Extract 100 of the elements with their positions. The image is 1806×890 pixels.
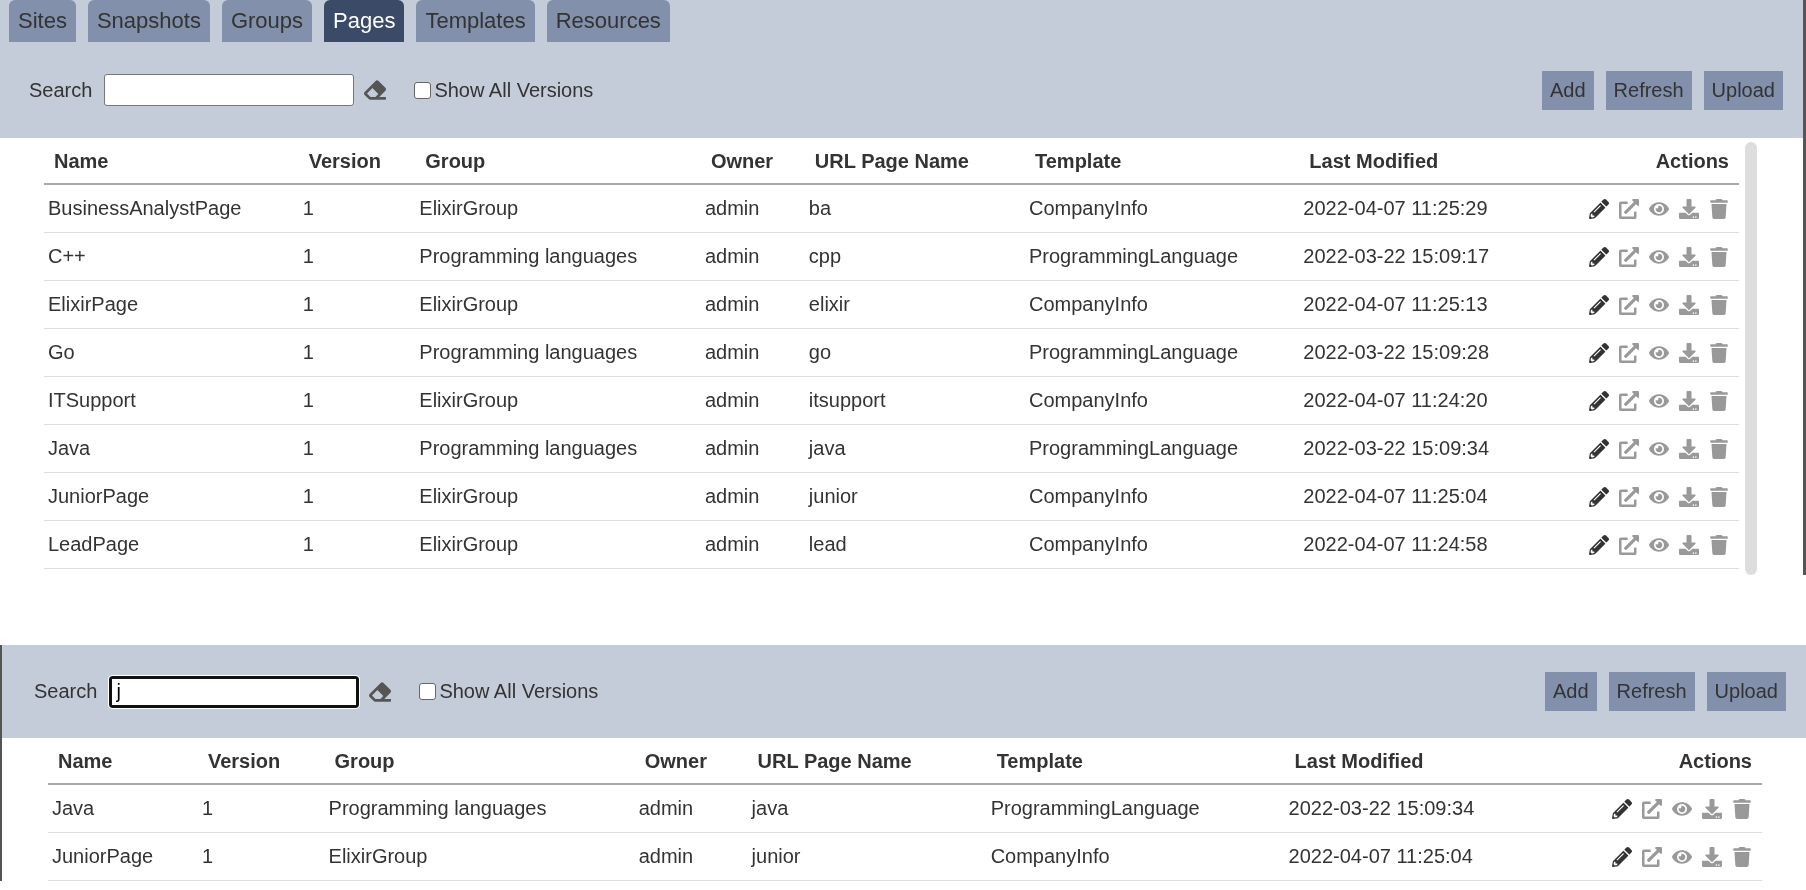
checkbox[interactable]: [414, 81, 432, 99]
download-icon[interactable]: [1679, 342, 1699, 363]
table-cell: 1: [298, 424, 416, 473]
table-cell: ProgrammingLanguage: [986, 784, 1285, 833]
pencil-icon[interactable]: [1589, 342, 1609, 363]
external-link-icon[interactable]: [1619, 390, 1639, 411]
trash-icon[interactable]: [1709, 534, 1729, 555]
table-cell: 2022-03-22 15:09:34: [1284, 784, 1551, 833]
toolbar-button[interactable]: Refresh: [1608, 672, 1695, 711]
pencil-icon[interactable]: [1612, 846, 1632, 867]
table-cell: ba: [804, 184, 1025, 233]
toolbar-button[interactable]: Upload: [1706, 672, 1786, 711]
table-cell: ElixirGroup: [415, 472, 701, 521]
download-icon[interactable]: [1679, 486, 1699, 507]
column-header: Name: [48, 742, 198, 784]
tab[interactable]: Snapshots: [87, 0, 210, 42]
table-cell: CompanyInfo: [1025, 520, 1300, 569]
table-cell: junior: [804, 472, 1025, 521]
search-field[interactable]: j: [109, 675, 360, 708]
pencil-icon[interactable]: [1589, 390, 1609, 411]
trash-icon[interactable]: [1732, 798, 1752, 819]
table-cell: CompanyInfo: [1025, 472, 1300, 521]
external-link-icon[interactable]: [1642, 798, 1662, 819]
pencil-icon[interactable]: [1589, 486, 1609, 507]
download-icon[interactable]: [1679, 198, 1699, 219]
search-field[interactable]: [104, 74, 355, 106]
table-cell: 1: [197, 832, 325, 881]
tab[interactable]: Groups: [221, 0, 313, 42]
trash-icon[interactable]: [1709, 390, 1729, 411]
pencil-icon[interactable]: [1589, 438, 1609, 459]
table-cell: ElixirGroup: [324, 832, 635, 881]
checkbox[interactable]: [419, 683, 437, 700]
tab[interactable]: Templates: [416, 0, 535, 42]
table-cell: admin: [700, 424, 805, 473]
table-cell: CompanyInfo: [986, 832, 1285, 881]
toolbar-button[interactable]: Refresh: [1605, 70, 1692, 110]
trash-icon[interactable]: [1732, 846, 1752, 867]
table-cell: admin: [700, 232, 805, 281]
column-header: Last Modified: [1284, 742, 1551, 784]
external-link-icon[interactable]: [1619, 198, 1639, 219]
table-cell: go: [804, 328, 1025, 377]
external-link-icon[interactable]: [1619, 246, 1639, 267]
external-link-icon[interactable]: [1619, 342, 1639, 363]
table-cell: ITSupport: [44, 376, 299, 425]
table-cell: ElixirGroup: [415, 520, 701, 569]
pencil-icon[interactable]: [1589, 246, 1609, 267]
download-icon[interactable]: [1679, 390, 1699, 411]
trash-icon[interactable]: [1709, 486, 1729, 507]
scrollbar[interactable]: [1745, 142, 1757, 575]
tab[interactable]: Pages: [324, 0, 405, 42]
pencil-icon[interactable]: [1589, 198, 1609, 219]
pencil-icon[interactable]: [1589, 294, 1609, 315]
table-cell: ElixirPage: [44, 280, 299, 329]
trash-icon[interactable]: [1709, 198, 1729, 219]
pencil-icon[interactable]: [1589, 534, 1609, 555]
trash-icon[interactable]: [1709, 438, 1729, 459]
table-cell: JuniorPage: [48, 832, 198, 881]
tab[interactable]: Resources: [546, 0, 670, 42]
download-icon[interactable]: [1679, 246, 1699, 267]
column-header: Template: [1025, 142, 1300, 184]
pencil-icon[interactable]: [1612, 798, 1632, 819]
external-link-icon[interactable]: [1619, 438, 1639, 459]
download-icon[interactable]: [1679, 438, 1699, 459]
table-cell: 2022-03-22 15:09:34: [1299, 424, 1545, 473]
trash-icon[interactable]: [1709, 342, 1729, 363]
download-icon[interactable]: [1702, 846, 1722, 867]
external-link-icon[interactable]: [1619, 534, 1639, 555]
column-header: URL Page Name: [747, 742, 987, 784]
toolbar-button[interactable]: Add: [1542, 70, 1594, 110]
table-cell: 1: [298, 376, 416, 425]
table-cell: 1: [298, 232, 416, 281]
table-cell: 1: [197, 784, 325, 833]
download-icon[interactable]: [1702, 798, 1722, 819]
table-cell: lead: [804, 520, 1025, 569]
toolbar-button[interactable]: Add: [1545, 672, 1597, 711]
table-cell: admin: [700, 328, 805, 377]
table-cell: JuniorPage: [44, 472, 299, 521]
table-cell: junior: [747, 832, 987, 881]
column-header: Version: [197, 742, 325, 784]
table-cell: admin: [700, 520, 805, 569]
trash-icon[interactable]: [1709, 246, 1729, 267]
table-cell: Programming languages: [415, 232, 701, 281]
table-cell: 2022-03-22 15:09:28: [1299, 328, 1545, 377]
trash-icon[interactable]: [1709, 294, 1729, 315]
external-link-icon[interactable]: [1642, 846, 1662, 867]
table-cell: 2022-04-07 11:25:13: [1299, 280, 1545, 329]
tab[interactable]: Sites: [9, 0, 76, 42]
table-cell: ElixirGroup: [415, 376, 701, 425]
table-cell: 1: [298, 280, 416, 329]
toolbar-button[interactable]: Upload: [1703, 70, 1783, 110]
table-cell: java: [804, 424, 1025, 473]
table-cell: Go: [44, 328, 299, 377]
download-icon[interactable]: [1679, 294, 1699, 315]
external-link-icon[interactable]: [1619, 294, 1639, 315]
checkbox-label: Show All Versions: [434, 78, 594, 102]
table-cell: ProgrammingLanguage: [1025, 328, 1300, 377]
table-cell: CompanyInfo: [1025, 376, 1300, 425]
download-icon[interactable]: [1679, 534, 1699, 555]
table-cell: Programming languages: [415, 424, 701, 473]
external-link-icon[interactable]: [1619, 486, 1639, 507]
